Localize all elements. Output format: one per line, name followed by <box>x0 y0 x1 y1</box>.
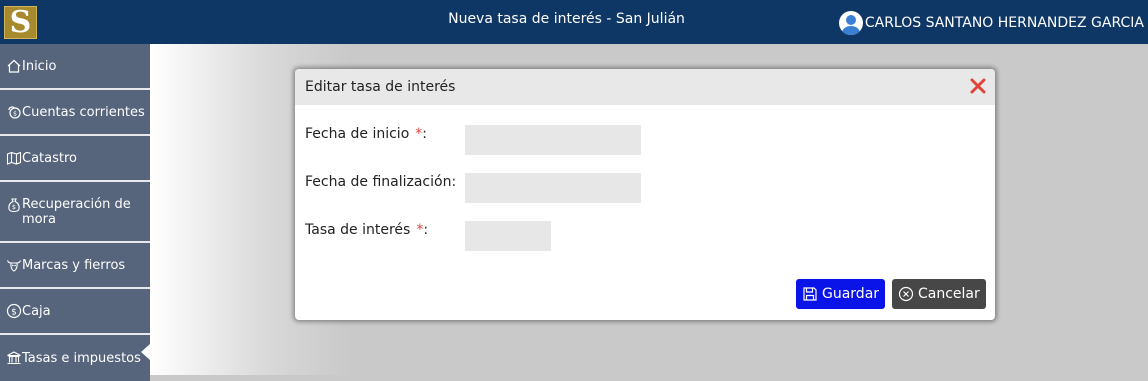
sidebar-item-label: Inicio <box>22 58 57 74</box>
interest-rate-label-text: Tasa de interés <box>305 222 411 238</box>
home-icon <box>7 59 21 73</box>
save-button-label: Guardar <box>822 286 880 302</box>
sidebar-item-tasas-e-impuestos[interactable]: Tasas e impuestos <box>0 335 150 381</box>
save-button[interactable]: Guardar <box>796 279 885 309</box>
close-icon[interactable] <box>969 77 987 95</box>
sidebar-item-label: Marcas y fierros <box>22 257 126 273</box>
cow-icon <box>6 260 22 272</box>
edit-interest-rate-dialog: Editar tasa de interés Fecha de inicio *:… <box>295 69 995 320</box>
sidebar-item-label: Tasas e impuestos <box>22 350 141 366</box>
start-date-field[interactable] <box>465 125 641 155</box>
money-bag-icon: $ <box>8 198 20 213</box>
sidebar-item-recuperacion-de-mora[interactable]: $ Recuperación de mora <box>0 182 150 243</box>
sidebar-item-marcas-y-fierros[interactable]: Marcas y fierros <box>0 243 150 289</box>
dialog-title: Editar tasa de interés <box>305 79 456 95</box>
cancel-button[interactable]: Cancelar <box>892 279 986 309</box>
map-icon <box>6 151 22 165</box>
svg-text:$: $ <box>11 308 17 318</box>
sidebar-item-inicio[interactable]: Inicio <box>0 44 150 90</box>
cancel-button-label: Cancelar <box>918 286 980 302</box>
sidebar-item-label: Recuperación de mora <box>22 197 131 227</box>
sidebar-item-label: Cuentas corrientes <box>22 104 145 120</box>
sidebar: Inicio $ Cuentas corrientes Catastro $ R… <box>0 44 150 381</box>
user-menu[interactable]: CARLOS SANTANO HERNANDEZ GARCIA <box>838 11 1144 35</box>
end-date-label: Fecha de finalización: <box>305 174 457 190</box>
label-colon: : <box>423 222 429 238</box>
bank-icon <box>7 351 21 365</box>
sidebar-item-label: Caja <box>22 303 51 319</box>
sidebar-item-cuentas-corrientes[interactable]: $ Cuentas corrientes <box>0 90 150 136</box>
dollar-circle-icon: $ <box>6 303 22 319</box>
interest-rate-field[interactable] <box>465 221 551 251</box>
dialog-header: Editar tasa de interés <box>295 69 995 105</box>
save-icon <box>803 287 817 301</box>
svg-text:$: $ <box>12 203 16 211</box>
top-bar: S Nueva tasa de interés - San Julián CAR… <box>0 0 1148 44</box>
interest-rate-label: Tasa de interés *: <box>305 222 428 238</box>
label-colon: : <box>422 126 427 142</box>
user-name: CARLOS SANTANO HERNANDEZ GARCIA <box>864 15 1144 31</box>
user-avatar-icon <box>838 11 863 35</box>
sidebar-item-catastro[interactable]: Catastro <box>0 136 150 182</box>
cancel-icon <box>898 286 914 302</box>
coins-icon: $ <box>8 106 21 119</box>
start-date-label: Fecha de inicio *: <box>305 126 427 142</box>
start-date-label-text: Fecha de inicio <box>305 126 410 142</box>
svg-text:$: $ <box>13 111 17 118</box>
sidebar-item-caja[interactable]: $ Caja <box>0 289 150 335</box>
end-date-field[interactable] <box>465 173 641 203</box>
sidebar-item-label: Catastro <box>22 150 77 166</box>
active-item-indicator <box>141 344 150 360</box>
